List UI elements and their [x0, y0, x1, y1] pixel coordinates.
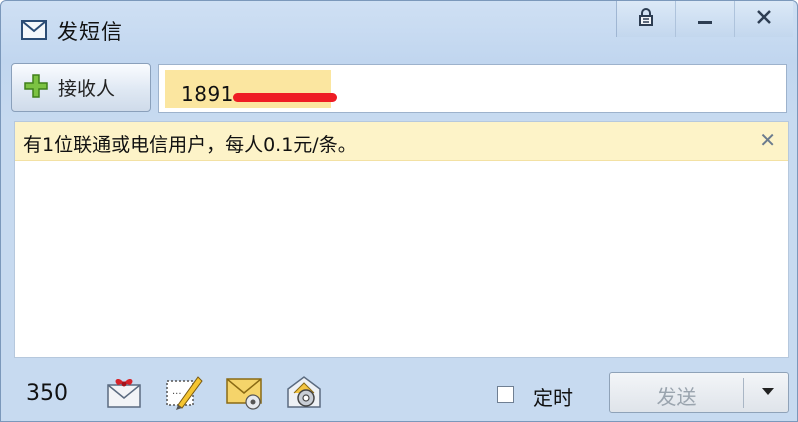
signature-pen-icon[interactable]: ··· [164, 371, 204, 411]
add-icon [24, 73, 48, 102]
envelope-template-icon[interactable] [224, 371, 264, 411]
timer-label: 定时 [533, 386, 573, 410]
title-bar: 发短信 [1, 1, 797, 61]
minimize-icon [697, 9, 713, 29]
char-count: 350 [26, 381, 68, 406]
envelope-icon [21, 20, 47, 44]
message-input[interactable]: 有1位联通或电信用户，每人0.1元/条。 ✕ [14, 121, 789, 358]
window-title: 发短信 [57, 20, 123, 44]
timer-checkbox[interactable] [497, 386, 514, 403]
recipient-number: 1891 [181, 82, 234, 106]
svg-text:···: ··· [172, 389, 182, 400]
lock-button[interactable] [616, 1, 675, 37]
minimize-button[interactable] [675, 1, 734, 37]
recipient-button-label: 接收人 [58, 78, 116, 100]
redaction-mark [233, 93, 337, 102]
close-icon [756, 9, 772, 29]
send-label: 发送 [656, 385, 697, 409]
send-separator [743, 378, 744, 408]
window-controls [616, 1, 793, 37]
info-notice: 有1位联通或电信用户，每人0.1元/条。 ✕ [15, 122, 788, 161]
lock-icon [638, 7, 654, 31]
close-button[interactable] [734, 1, 793, 37]
sms-window: 发短信 接收人 1891 有1位联通或电信用户，每人0.1元/条。 ✕ 350 … [0, 0, 798, 422]
close-notice-icon[interactable]: ✕ [759, 128, 776, 152]
notice-text: 有1位联通或电信用户，每人0.1元/条。 [23, 134, 357, 156]
send-button[interactable]: 发送 [609, 372, 789, 413]
chevron-down-icon[interactable] [762, 388, 774, 395]
recipient-field[interactable]: 1891 [158, 64, 787, 113]
greeting-card-icon[interactable] [104, 371, 144, 411]
recipient-chip[interactable]: 1891 [165, 70, 337, 108]
settings-envelope-icon[interactable] [284, 371, 324, 411]
recipient-button[interactable]: 接收人 [11, 63, 151, 112]
